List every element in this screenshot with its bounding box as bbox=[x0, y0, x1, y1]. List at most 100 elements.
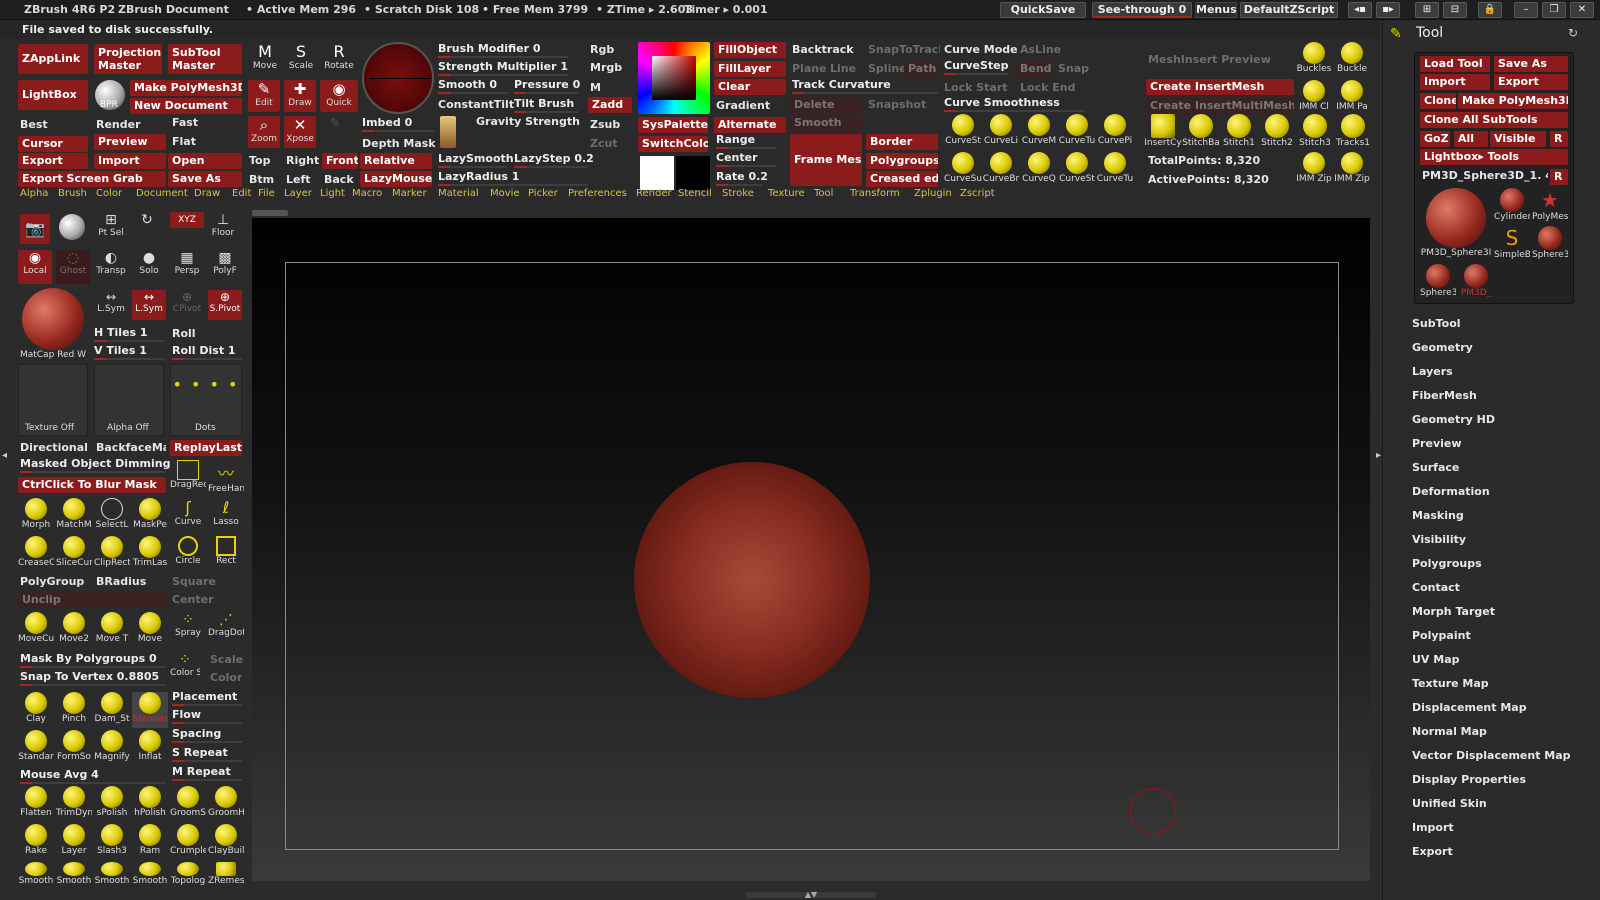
rake-brush-icon[interactable]: Rake bbox=[18, 824, 54, 860]
imm-zip-icon[interactable]: IMM Zip bbox=[1334, 152, 1370, 188]
fillobject-button[interactable]: FillObject bbox=[714, 42, 786, 58]
current-tool-r-button[interactable]: R bbox=[1550, 169, 1568, 185]
zadd-button[interactable]: Zadd bbox=[588, 97, 632, 113]
damstandard-brush-icon[interactable]: Dam_St bbox=[94, 692, 130, 728]
preview-button[interactable]: Preview bbox=[94, 134, 166, 150]
syspalette-button[interactable]: SysPalette bbox=[638, 117, 708, 133]
make-polymesh-button[interactable]: Make PolyMesh3D bbox=[130, 80, 242, 96]
center-slider[interactable]: Center bbox=[716, 151, 776, 167]
gravity-strength-slider[interactable]: Gravity Strength bbox=[476, 114, 580, 130]
rect-stroke-icon[interactable]: Rect bbox=[208, 536, 244, 572]
menu-macro[interactable]: Macro bbox=[352, 188, 382, 199]
lock-icon[interactable]: 🔒 bbox=[1478, 2, 1502, 18]
contact-section[interactable]: Contact bbox=[1412, 581, 1460, 594]
mrgb-button[interactable]: Mrgb bbox=[590, 60, 622, 76]
filllayer-button[interactable]: FillLayer bbox=[714, 61, 786, 77]
view-right-button[interactable]: Right bbox=[286, 153, 319, 169]
insert-brush-icon[interactable]: Stitch3 bbox=[1296, 114, 1334, 150]
subtool-master-button[interactable]: SubTool Master bbox=[168, 44, 242, 74]
pressure-slider[interactable]: Pressure 0 bbox=[514, 78, 580, 94]
menu-file[interactable]: File bbox=[258, 188, 275, 199]
layers-section[interactable]: Layers bbox=[1412, 365, 1453, 378]
color-picker[interactable] bbox=[638, 42, 710, 114]
polymesh-star-icon[interactable]: ★ PolyMes bbox=[1532, 188, 1568, 224]
brush-modifier-slider[interactable]: Brush Modifier 0 bbox=[438, 42, 568, 58]
buckles-icon[interactable]: Buckles bbox=[1296, 42, 1332, 78]
tilt-brush-slider[interactable]: Tilt Brush bbox=[514, 97, 578, 113]
tool-import-button[interactable]: Import bbox=[1420, 74, 1490, 90]
snapshot-button[interactable]: Snapshot bbox=[868, 97, 926, 113]
lock-end-button[interactable]: Lock End bbox=[1020, 80, 1075, 96]
quicksave-button[interactable]: QuickSave bbox=[1000, 2, 1086, 18]
m-repeat-slider[interactable]: M Repeat bbox=[172, 765, 242, 781]
curve-brush-icon[interactable]: CurveQ bbox=[1020, 152, 1058, 188]
menu-picker[interactable]: Picker bbox=[528, 188, 558, 199]
lightbox-tools-button[interactable]: Lightbox▸ Tools bbox=[1420, 149, 1568, 165]
v-tiles-slider[interactable]: V Tiles 1 bbox=[94, 344, 164, 360]
topology-brush-icon[interactable]: Topolog bbox=[170, 862, 206, 898]
new-document-button[interactable]: New Document bbox=[130, 98, 242, 114]
spivot-icon[interactable]: ⊕ S.Pivot bbox=[208, 290, 242, 320]
zsub-button[interactable]: Zsub bbox=[590, 117, 620, 133]
lasso-stroke-icon[interactable]: ℓ Lasso bbox=[208, 498, 244, 534]
dragrect-icon[interactable]: DragRec bbox=[170, 460, 206, 496]
maskpen-icon[interactable]: MaskPe bbox=[132, 498, 168, 534]
inflate-brush-icon[interactable]: Inflat bbox=[132, 730, 168, 766]
menu-light[interactable]: Light bbox=[320, 188, 345, 199]
polyf-icon[interactable]: ▩ PolyF bbox=[208, 250, 242, 284]
lsym-icon[interactable]: ↔ L.Sym bbox=[94, 290, 128, 320]
import-button[interactable]: Import bbox=[94, 153, 166, 169]
masking-section[interactable]: Masking bbox=[1412, 509, 1464, 522]
snap-button[interactable]: Snap bbox=[1058, 61, 1089, 77]
flatten-brush-icon[interactable]: Flatten bbox=[18, 786, 54, 822]
menu-draw[interactable]: Draw bbox=[194, 188, 220, 199]
pm3d-tool-icon[interactable]: PM3D_ bbox=[1458, 264, 1494, 300]
trimlasso-icon[interactable]: TrimLas bbox=[132, 536, 168, 572]
creased-edges-button[interactable]: Creased edg bbox=[866, 171, 938, 187]
stroke-smooth-button[interactable]: Smooth bbox=[790, 115, 862, 131]
zremesher-guide-icon[interactable]: ZRemesl bbox=[208, 862, 244, 898]
formsoft-brush-icon[interactable]: FormSo bbox=[56, 730, 92, 766]
curve-brush-icon[interactable]: CurveTu bbox=[1058, 114, 1096, 150]
view-front-button[interactable]: Front bbox=[322, 153, 358, 169]
menu-transform[interactable]: Transform bbox=[850, 188, 900, 199]
crumple-brush-icon[interactable]: Crumple bbox=[170, 824, 206, 860]
alternate-button[interactable]: Alternate bbox=[714, 117, 786, 133]
pan-right-icon[interactable]: ▪▸ bbox=[1376, 2, 1400, 18]
fibermesh-section[interactable]: FiberMesh bbox=[1412, 389, 1477, 402]
export-button[interactable]: Export bbox=[18, 153, 88, 169]
spacing-slider[interactable]: Spacing bbox=[172, 727, 242, 743]
bradius-button[interactable]: BRadius bbox=[96, 574, 146, 590]
flow-slider[interactable]: Flow bbox=[172, 708, 242, 724]
tool-save-as-button[interactable]: Save As bbox=[1494, 56, 1568, 72]
color-slider[interactable]: Color bbox=[210, 670, 242, 686]
geometry-section[interactable]: Geometry bbox=[1412, 341, 1473, 354]
strength-multiplier-slider[interactable]: Strength Multiplier 1 bbox=[438, 60, 568, 76]
sphere3d-tool-icon[interactable]: Sphere3 bbox=[1420, 264, 1456, 300]
backtrack-button[interactable]: Backtrack bbox=[792, 42, 854, 58]
sphere3d-tool-icon[interactable]: Sphere3 bbox=[1532, 226, 1568, 262]
viewport-scroll-handle[interactable] bbox=[252, 210, 288, 216]
insert-brush-icon[interactable]: StitchBa bbox=[1182, 114, 1220, 150]
smooth-slider[interactable]: Smooth 0 bbox=[438, 78, 508, 94]
menu-brush[interactable]: Brush bbox=[58, 188, 87, 199]
gradient-button[interactable]: Gradient bbox=[716, 98, 770, 114]
line-button[interactable]: Line bbox=[830, 61, 856, 77]
create-insertmesh-button[interactable]: Create InsertMesh bbox=[1146, 79, 1294, 95]
morph-target-section[interactable]: Morph Target bbox=[1412, 605, 1495, 618]
floor-icon[interactable]: ⊥ Floor bbox=[206, 212, 240, 246]
simplebrush-icon[interactable]: SSimpleBr bbox=[1494, 226, 1530, 262]
h-tiles-slider[interactable]: H Tiles 1 bbox=[94, 326, 164, 342]
uv-map-section[interactable]: UV Map bbox=[1412, 653, 1460, 666]
goz-r-button[interactable]: R bbox=[1550, 131, 1568, 147]
draw-icon[interactable]: ✚ Draw bbox=[284, 80, 316, 112]
clone-button[interactable]: Clone bbox=[1420, 93, 1456, 109]
relative-button[interactable]: Relative bbox=[360, 153, 432, 169]
curve-stroke-icon[interactable]: ʃ Curve bbox=[170, 498, 206, 534]
center-button[interactable]: Center bbox=[172, 592, 214, 608]
persp-icon[interactable]: ▦ Persp bbox=[170, 250, 204, 284]
bend-button[interactable]: Bend bbox=[1016, 61, 1052, 77]
spline-button[interactable]: Spline bbox=[868, 61, 907, 77]
left-tray-arrow-icon[interactable]: ◂ bbox=[2, 450, 12, 474]
smooth-brush-icon[interactable]: Smooth bbox=[94, 862, 130, 898]
